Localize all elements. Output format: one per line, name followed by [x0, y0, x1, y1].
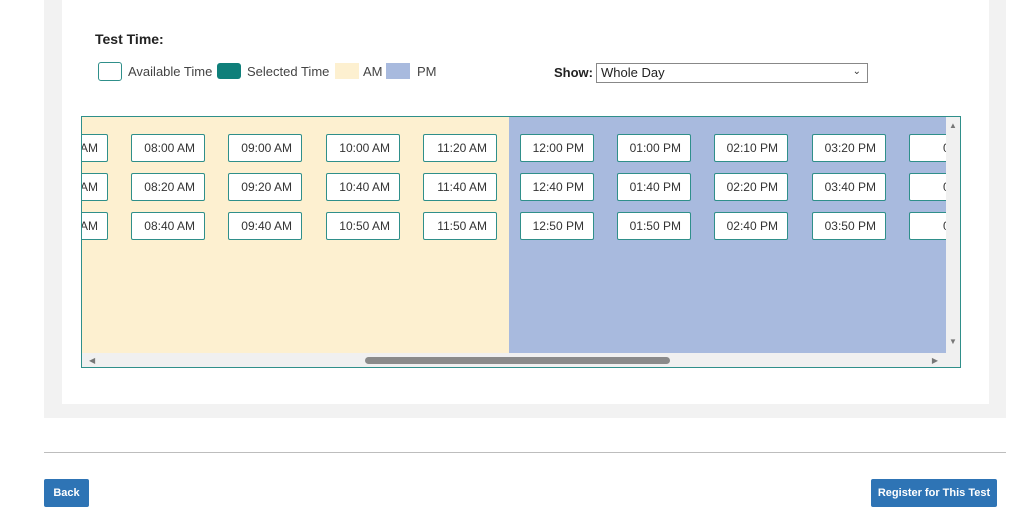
time-slot-button[interactable]: 08:40 AM	[131, 212, 205, 240]
scroll-right-arrow-icon[interactable]: ▶	[932, 356, 938, 365]
time-slot-button[interactable]: 09:40 AM	[228, 212, 302, 240]
time-slot-button[interactable]: AM	[82, 212, 108, 240]
time-slot-button[interactable]: 03:50 PM	[812, 212, 886, 240]
time-slot-button[interactable]: 02:10 PM	[714, 134, 788, 162]
horizontal-scrollbar[interactable]: ◀ ▶	[82, 353, 960, 367]
time-slot-button[interactable]: 09:20 AM	[228, 173, 302, 201]
time-slot-button[interactable]: 10:00 AM	[326, 134, 400, 162]
scroll-up-arrow-icon[interactable]: ▲	[949, 121, 957, 130]
scroll-down-arrow-icon[interactable]: ▼	[949, 337, 957, 346]
legend-selected: Selected Time	[217, 61, 329, 81]
time-slot-grid: AM AM AM 08:00 AM 08:20 AM 08:40 AM 09:00 AM 09…	[81, 116, 961, 368]
time-slot-viewport: AM AM AM 08:00 AM 08:20 AM 08:40 AM 09:00 AM 09…	[82, 117, 947, 354]
legend-selected-label: Selected Time	[247, 63, 330, 79]
time-slot-button[interactable]: 04:40	[909, 212, 947, 240]
scroll-left-arrow-icon[interactable]: ◀	[89, 356, 95, 365]
pm-swatch	[386, 63, 410, 79]
legend-pm-label: PM	[417, 63, 437, 79]
time-slot-button[interactable]: 01:40 PM	[617, 173, 691, 201]
time-slot-button[interactable]: 04:10	[909, 134, 947, 162]
selected-swatch	[217, 63, 241, 79]
legend-am: AM	[335, 61, 383, 81]
legend-available: Available Time	[98, 61, 212, 81]
back-button[interactable]: Back	[44, 479, 89, 507]
time-slot-button[interactable]: 11:50 AM	[423, 212, 497, 240]
time-slot-button[interactable]: 11:40 AM	[423, 173, 497, 201]
section-title: Test Time:	[95, 31, 164, 47]
time-slot-button[interactable]: AM	[82, 173, 108, 201]
time-slot-button[interactable]: 10:40 AM	[326, 173, 400, 201]
time-slot-button[interactable]: 03:20 PM	[812, 134, 886, 162]
time-slot-button[interactable]: 03:40 PM	[812, 173, 886, 201]
time-slot-button[interactable]: 02:40 PM	[714, 212, 788, 240]
legend-available-label: Available Time	[128, 63, 213, 79]
time-slot-button[interactable]: 09:00 AM	[228, 134, 302, 162]
show-select[interactable]: Whole Day ⌄	[596, 63, 868, 83]
time-slot-button[interactable]: 01:50 PM	[617, 212, 691, 240]
horizontal-scroll-thumb[interactable]	[365, 357, 670, 364]
legend-pm: PM	[386, 61, 437, 81]
time-slot-button[interactable]: 04:20	[909, 173, 947, 201]
chevron-down-icon: ⌄	[852, 66, 861, 77]
time-slot-button[interactable]: 12:40 PM	[520, 173, 594, 201]
register-button[interactable]: Register for This Test	[871, 479, 997, 507]
available-swatch	[98, 61, 122, 81]
am-swatch	[335, 63, 359, 79]
time-slot-button[interactable]: 11:20 AM	[423, 134, 497, 162]
time-slot-button[interactable]: 01:00 PM	[617, 134, 691, 162]
show-label: Show:	[554, 65, 593, 80]
time-slot-button[interactable]: 12:00 PM	[520, 134, 594, 162]
show-select-value: Whole Day	[601, 65, 665, 80]
time-slot-button[interactable]: 08:20 AM	[131, 173, 205, 201]
time-slot-button[interactable]: 12:50 PM	[520, 212, 594, 240]
time-slot-button[interactable]: 02:20 PM	[714, 173, 788, 201]
time-slot-button[interactable]: AM	[82, 134, 108, 162]
time-slot-button[interactable]: 08:00 AM	[131, 134, 205, 162]
legend-am-label: AM	[363, 63, 383, 79]
time-slot-button[interactable]: 10:50 AM	[326, 212, 400, 240]
footer-divider	[44, 452, 1006, 453]
vertical-scrollbar[interactable]: ▲ ▼	[946, 117, 960, 354]
